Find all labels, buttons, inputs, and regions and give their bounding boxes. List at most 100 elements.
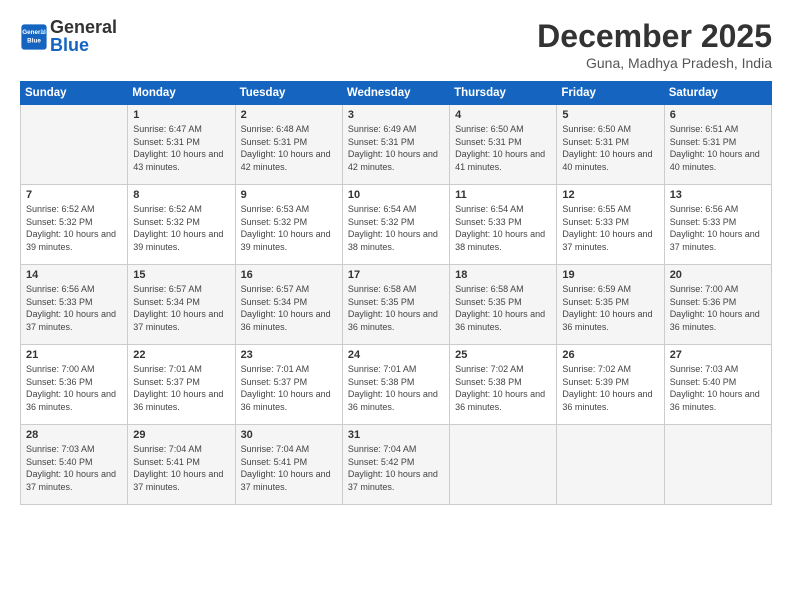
day-number: 29 bbox=[133, 429, 229, 441]
day-cell: 28 Sunrise: 7:03 AMSunset: 5:40 PMDayligh… bbox=[21, 425, 128, 505]
day-cell: 13 Sunrise: 6:56 AMSunset: 5:33 PMDayligh… bbox=[664, 185, 771, 265]
day-info: Sunrise: 7:04 AMSunset: 5:42 PMDaylight:… bbox=[348, 443, 444, 493]
week-row-2: 7 Sunrise: 6:52 AMSunset: 5:32 PMDaylight… bbox=[21, 185, 772, 265]
day-cell: 31 Sunrise: 7:04 AMSunset: 5:42 PMDayligh… bbox=[342, 425, 449, 505]
day-number: 15 bbox=[133, 269, 229, 281]
day-info: Sunrise: 7:02 AMSunset: 5:38 PMDaylight:… bbox=[455, 363, 551, 413]
day-cell: 12 Sunrise: 6:55 AMSunset: 5:33 PMDayligh… bbox=[557, 185, 664, 265]
header-cell-sunday: Sunday bbox=[21, 82, 128, 105]
logo: General Blue General Blue bbox=[20, 18, 117, 56]
day-cell: 27 Sunrise: 7:03 AMSunset: 5:40 PMDayligh… bbox=[664, 345, 771, 425]
day-number: 31 bbox=[348, 429, 444, 441]
header-cell-thursday: Thursday bbox=[450, 82, 557, 105]
day-info: Sunrise: 6:55 AMSunset: 5:33 PMDaylight:… bbox=[562, 203, 658, 253]
day-info: Sunrise: 6:54 AMSunset: 5:33 PMDaylight:… bbox=[455, 203, 551, 253]
day-number: 13 bbox=[670, 189, 766, 201]
day-cell bbox=[450, 425, 557, 505]
day-info: Sunrise: 6:54 AMSunset: 5:32 PMDaylight:… bbox=[348, 203, 444, 253]
day-cell: 11 Sunrise: 6:54 AMSunset: 5:33 PMDayligh… bbox=[450, 185, 557, 265]
day-number: 16 bbox=[241, 269, 337, 281]
day-cell: 19 Sunrise: 6:59 AMSunset: 5:35 PMDayligh… bbox=[557, 265, 664, 345]
day-cell: 25Sunrise: 7:02 AMSunset: 5:38 PMDayligh… bbox=[450, 345, 557, 425]
day-info: Sunrise: 7:04 AMSunset: 5:41 PMDaylight:… bbox=[133, 443, 229, 493]
day-number: 14 bbox=[26, 269, 122, 281]
day-info: Sunrise: 6:53 AMSunset: 5:32 PMDaylight:… bbox=[241, 203, 337, 253]
logo-text: General Blue bbox=[50, 18, 117, 56]
day-info: Sunrise: 7:03 AMSunset: 5:40 PMDaylight:… bbox=[670, 363, 766, 413]
day-number: 23 bbox=[241, 349, 337, 361]
day-number: 20 bbox=[670, 269, 766, 281]
day-number: 24 bbox=[348, 349, 444, 361]
day-cell: 23Sunrise: 7:01 AMSunset: 5:37 PMDayligh… bbox=[235, 345, 342, 425]
week-row-1: 1Sunrise: 6:47 AMSunset: 5:31 PMDaylight… bbox=[21, 105, 772, 185]
day-info: Sunrise: 6:57 AMSunset: 5:34 PMDaylight:… bbox=[241, 283, 337, 333]
day-info: Sunrise: 7:03 AMSunset: 5:40 PMDaylight:… bbox=[26, 443, 122, 493]
day-cell: 21 Sunrise: 7:00 AMSunset: 5:36 PMDayligh… bbox=[21, 345, 128, 425]
day-cell: 2 Sunrise: 6:48 AMSunset: 5:31 PMDaylight… bbox=[235, 105, 342, 185]
day-number: 5 bbox=[562, 109, 658, 121]
day-number: 8 bbox=[133, 189, 229, 201]
day-cell: 16 Sunrise: 6:57 AMSunset: 5:34 PMDayligh… bbox=[235, 265, 342, 345]
day-info: Sunrise: 7:01 AMSunset: 5:37 PMDaylight:… bbox=[133, 363, 229, 413]
header-cell-saturday: Saturday bbox=[664, 82, 771, 105]
week-row-4: 21 Sunrise: 7:00 AMSunset: 5:36 PMDayligh… bbox=[21, 345, 772, 425]
day-cell: 14 Sunrise: 6:56 AMSunset: 5:33 PMDayligh… bbox=[21, 265, 128, 345]
day-number: 27 bbox=[670, 349, 766, 361]
day-cell: 26 Sunrise: 7:02 AMSunset: 5:39 PMDayligh… bbox=[557, 345, 664, 425]
day-cell bbox=[557, 425, 664, 505]
day-info: Sunrise: 6:56 AMSunset: 5:33 PMDaylight:… bbox=[26, 283, 122, 333]
day-cell: 15Sunrise: 6:57 AMSunset: 5:34 PMDayligh… bbox=[128, 265, 235, 345]
header-cell-wednesday: Wednesday bbox=[342, 82, 449, 105]
day-number: 11 bbox=[455, 189, 551, 201]
day-number: 26 bbox=[562, 349, 658, 361]
header-cell-monday: Monday bbox=[128, 82, 235, 105]
day-cell: 1Sunrise: 6:47 AMSunset: 5:31 PMDaylight… bbox=[128, 105, 235, 185]
logo-line2: Blue bbox=[50, 36, 117, 56]
day-number: 30 bbox=[241, 429, 337, 441]
day-info: Sunrise: 6:48 AMSunset: 5:31 PMDaylight:… bbox=[241, 123, 337, 173]
day-cell bbox=[21, 105, 128, 185]
day-number: 9 bbox=[241, 189, 337, 201]
day-number: 2 bbox=[241, 109, 337, 121]
day-cell: 18Sunrise: 6:58 AMSunset: 5:35 PMDayligh… bbox=[450, 265, 557, 345]
title-block: December 2025 Guna, Madhya Pradesh, Indi… bbox=[537, 18, 772, 71]
day-info: Sunrise: 6:50 AMSunset: 5:31 PMDaylight:… bbox=[455, 123, 551, 173]
day-info: Sunrise: 7:04 AMSunset: 5:41 PMDaylight:… bbox=[241, 443, 337, 493]
location-title: Guna, Madhya Pradesh, India bbox=[537, 55, 772, 71]
day-number: 12 bbox=[562, 189, 658, 201]
day-cell: 20 Sunrise: 7:00 AMSunset: 5:36 PMDayligh… bbox=[664, 265, 771, 345]
day-cell: 8 Sunrise: 6:52 AMSunset: 5:32 PMDaylight… bbox=[128, 185, 235, 265]
day-cell: 10Sunrise: 6:54 AMSunset: 5:32 PMDayligh… bbox=[342, 185, 449, 265]
day-cell bbox=[664, 425, 771, 505]
day-cell: 7 Sunrise: 6:52 AMSunset: 5:32 PMDaylight… bbox=[21, 185, 128, 265]
logo-icon: General Blue bbox=[20, 23, 48, 51]
day-info: Sunrise: 6:59 AMSunset: 5:35 PMDaylight:… bbox=[562, 283, 658, 333]
day-cell: 4Sunrise: 6:50 AMSunset: 5:31 PMDaylight… bbox=[450, 105, 557, 185]
day-number: 18 bbox=[455, 269, 551, 281]
calendar-table: SundayMondayTuesdayWednesdayThursdayFrid… bbox=[20, 81, 772, 505]
day-cell: 24Sunrise: 7:01 AMSunset: 5:38 PMDayligh… bbox=[342, 345, 449, 425]
day-info: Sunrise: 6:52 AMSunset: 5:32 PMDaylight:… bbox=[133, 203, 229, 253]
day-info: Sunrise: 6:47 AMSunset: 5:31 PMDaylight:… bbox=[133, 123, 229, 173]
header-cell-tuesday: Tuesday bbox=[235, 82, 342, 105]
day-number: 21 bbox=[26, 349, 122, 361]
day-number: 7 bbox=[26, 189, 122, 201]
header-cell-friday: Friday bbox=[557, 82, 664, 105]
day-cell: 6Sunrise: 6:51 AMSunset: 5:31 PMDaylight… bbox=[664, 105, 771, 185]
day-info: Sunrise: 6:49 AMSunset: 5:31 PMDaylight:… bbox=[348, 123, 444, 173]
day-number: 3 bbox=[348, 109, 444, 121]
day-info: Sunrise: 6:52 AMSunset: 5:32 PMDaylight:… bbox=[26, 203, 122, 253]
day-number: 22 bbox=[133, 349, 229, 361]
day-info: Sunrise: 7:02 AMSunset: 5:39 PMDaylight:… bbox=[562, 363, 658, 413]
day-info: Sunrise: 7:00 AMSunset: 5:36 PMDaylight:… bbox=[670, 283, 766, 333]
week-row-3: 14 Sunrise: 6:56 AMSunset: 5:33 PMDayligh… bbox=[21, 265, 772, 345]
day-info: Sunrise: 7:00 AMSunset: 5:36 PMDaylight:… bbox=[26, 363, 122, 413]
day-number: 19 bbox=[562, 269, 658, 281]
day-info: Sunrise: 6:56 AMSunset: 5:33 PMDaylight:… bbox=[670, 203, 766, 253]
day-cell: 3 Sunrise: 6:49 AMSunset: 5:31 PMDaylight… bbox=[342, 105, 449, 185]
day-number: 6 bbox=[670, 109, 766, 121]
day-cell: 9 Sunrise: 6:53 AMSunset: 5:32 PMDaylight… bbox=[235, 185, 342, 265]
month-title: December 2025 bbox=[537, 18, 772, 55]
day-number: 28 bbox=[26, 429, 122, 441]
day-cell: 22 Sunrise: 7:01 AMSunset: 5:37 PMDayligh… bbox=[128, 345, 235, 425]
